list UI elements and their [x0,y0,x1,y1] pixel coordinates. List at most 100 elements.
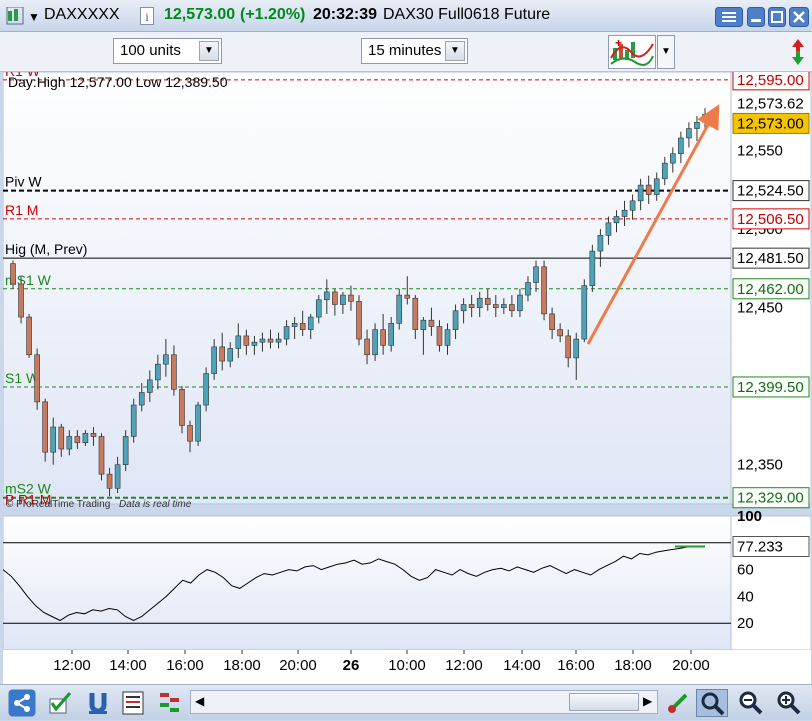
candle-body [404,294,411,299]
level-label: Piv W [5,174,42,190]
x-tick-label: 20:00 [279,657,317,674]
candle-body [565,335,572,359]
scroll-thumb[interactable] [569,693,639,711]
drawing-check-icon[interactable] [46,689,74,717]
candle-body [468,304,475,308]
info-icon[interactable]: i [140,7,154,30]
candle-body [702,114,708,123]
candle-body [267,338,274,343]
oscillator-y-tick: 60 [737,562,754,579]
candle-body [106,473,113,489]
candle-body [533,266,539,283]
x-tick-label: 18:00 [223,657,261,674]
candle-body [18,283,24,318]
candle-body [670,153,676,164]
realtime-note: Data is real time [119,499,192,510]
minimize-button[interactable] [747,7,765,32]
candle-body [428,319,435,327]
chart-type-icon[interactable] [6,6,24,30]
candle-body [299,323,306,330]
x-tick-label: 10:00 [388,657,426,674]
candle-body [66,436,73,450]
window-list-button[interactable] [715,7,743,32]
order-book-icon[interactable] [156,689,184,717]
share-icon[interactable] [8,689,36,717]
price-change: (+1.20%) [240,6,306,23]
zoom-fit-icon[interactable] [696,689,728,717]
candle-body [122,436,129,466]
zoom-in-icon[interactable] [774,689,802,717]
cursor-tool-icon[interactable] [664,689,692,717]
units-dropdown[interactable]: 100 units ▼ [113,38,222,64]
bottom-toolbar: ◀ ▶ [0,684,812,720]
level-price-label: 12,481.50 [737,250,804,267]
scroll-left-icon[interactable]: ◀ [195,694,204,708]
candle-body [388,323,394,346]
chevron-down-icon[interactable]: ▼ [445,41,465,61]
scroll-right-icon[interactable]: ▶ [643,694,652,708]
level-label: Hig (M, Prev) [5,241,87,257]
candle-body [275,338,282,343]
instrument-description: DAX30 Full0618 Future [383,6,551,23]
candle-body [307,316,314,330]
chevron-down-icon[interactable]: ▼ [28,10,40,24]
y-tick-label: 12,450 [737,300,783,317]
day-range-label: Day:High 12,577.00 Low 12,389.50 [8,74,228,90]
candle-body [291,323,298,327]
candle-body [484,297,491,305]
candle-body [452,310,459,330]
candle-body [34,354,40,403]
horizontal-scrollbar[interactable]: ◀ ▶ [190,690,658,714]
price-chart-svg[interactable]: 12,35012,45012,50012,550R1 W12,595.00Piv… [2,63,812,684]
swap-colors-icon[interactable] [786,35,810,69]
candle-body [163,354,169,365]
candle-body [589,250,596,286]
candle-body [525,282,531,296]
candle-body [219,346,226,362]
candle-body [364,338,370,356]
candle-body [259,338,266,343]
magnet-icon[interactable] [84,689,112,717]
candle-body [436,326,443,346]
oscillator-y-tick: 100 [737,508,762,525]
symbol-name[interactable]: DAXXXXX [44,6,120,24]
candle-body [146,379,153,393]
y-tick-label: 12,550 [737,143,783,160]
candle-body [114,464,121,489]
chevron-down-icon[interactable]: ▼ [199,41,219,61]
x-tick-label: 14:00 [503,657,541,674]
candle-body [605,222,612,236]
chevron-down-icon[interactable]: ▼ [657,35,675,69]
candle-body [517,294,523,312]
chart-area[interactable]: 12,35012,45012,50012,550R1 W12,595.00Piv… [2,63,812,684]
candle-body [372,329,378,356]
last-high-label: 12,573.62 [737,95,804,112]
candle-body [541,266,547,315]
candle-body [573,338,580,359]
interval-value: 15 minutes [368,42,442,59]
indicators-button[interactable]: + [608,35,656,69]
candle-body [613,216,620,224]
candle-body [203,373,209,406]
list-icon[interactable] [120,689,148,717]
interval-dropdown[interactable]: 15 minutes ▼ [361,38,468,64]
copyright-label: © ProRealTime Trading Data is real time [6,499,191,510]
x-tick-label: 18:00 [614,657,652,674]
candle-body [90,433,97,437]
candle-body [315,299,322,318]
close-button[interactable] [789,7,809,32]
candle-body [98,436,105,475]
oscillator-y-tick: 40 [737,588,754,605]
candle-body [653,178,660,195]
maximize-button[interactable] [768,7,786,32]
zoom-out-icon[interactable] [736,689,764,717]
candle-body [412,297,419,330]
candle-body [179,389,185,426]
level-price-label: 12,506.50 [737,211,804,228]
oscillator-value-label: 77.233 [737,539,783,556]
candle-body [597,235,604,252]
y-tick-label: 12,350 [737,457,783,474]
level-price-label: 12,462.00 [737,281,804,298]
candle-body [444,329,451,346]
candle-body [396,294,403,324]
